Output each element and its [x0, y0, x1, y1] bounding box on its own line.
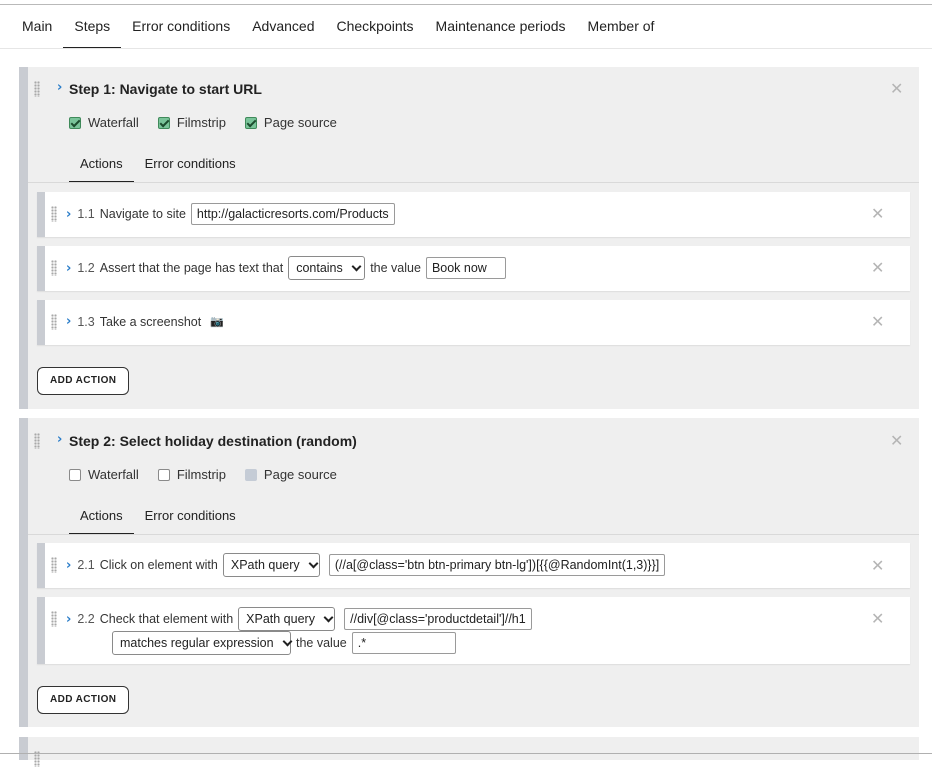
step-subtabs: Actions Error conditions	[69, 153, 247, 183]
bottom-border	[0, 753, 932, 754]
action-text: Take a screenshot	[99, 314, 202, 329]
subtab-actions[interactable]: Actions	[69, 153, 134, 183]
action-row: › 2.2 Check that element with XPath quer…	[37, 597, 910, 664]
tab-member-of[interactable]: Member of	[577, 5, 666, 49]
close-icon[interactable]: ✕	[871, 206, 884, 222]
checkbox-page-source[interactable]	[244, 116, 257, 129]
drag-handle-icon[interactable]	[34, 81, 40, 97]
camera-icon: 📷	[210, 315, 224, 328]
step-card-1: › Step 1: Navigate to start URL ✕ Waterf…	[19, 67, 919, 409]
action-number: 2.1	[77, 558, 95, 572]
checkbox-waterfall[interactable]	[69, 116, 81, 129]
option-waterfall[interactable]: Waterfall	[69, 115, 139, 130]
chevron-right-icon[interactable]: ›	[57, 432, 62, 447]
action-number: 1.3	[77, 314, 95, 329]
checkbox-filmstrip[interactable]	[157, 116, 170, 129]
selector-input[interactable]: (//a[@class='btn btn-primary btn-lg'])[{…	[328, 554, 666, 576]
tab-error-conditions[interactable]: Error conditions	[121, 5, 241, 49]
close-icon[interactable]: ✕	[890, 433, 903, 449]
action-text: Navigate to site	[99, 207, 186, 221]
step-card-2: › Step 2: Select holiday destination (ra…	[19, 418, 919, 727]
drag-handle-icon[interactable]	[51, 611, 57, 627]
selector-type-select[interactable]: XPath query	[222, 553, 320, 577]
drag-handle-icon[interactable]	[51, 557, 57, 573]
chevron-down-icon	[282, 638, 286, 648]
step-subtabs: Actions Error conditions	[69, 505, 247, 535]
subtabs-divider	[28, 534, 919, 535]
option-waterfall[interactable]: Waterfall	[69, 467, 139, 482]
value-input[interactable]: .*	[351, 632, 456, 654]
option-filmstrip[interactable]: Filmstrip	[157, 115, 226, 130]
chevron-down-icon	[323, 614, 330, 624]
close-icon[interactable]: ✕	[871, 558, 884, 574]
subtabs-divider	[28, 182, 919, 183]
tab-maintenance-periods[interactable]: Maintenance periods	[425, 5, 577, 49]
chevron-right-icon[interactable]: ›	[66, 612, 71, 627]
chevron-right-icon[interactable]: ›	[66, 314, 71, 329]
chevron-right-icon[interactable]: ›	[57, 80, 62, 95]
selector-type-select[interactable]: XPath query	[238, 607, 336, 631]
chevron-right-icon[interactable]: ›	[66, 261, 71, 276]
action-text: the value	[296, 636, 347, 650]
value-input[interactable]: Book now	[425, 257, 506, 279]
action-row: › 2.1 Click on element with XPath query …	[37, 543, 910, 588]
action-number: 1.1	[77, 207, 95, 221]
chevron-right-icon[interactable]: ›	[66, 558, 71, 573]
tabs-divider	[0, 48, 932, 49]
add-action-button[interactable]: ADD ACTION	[37, 367, 130, 395]
main-tabs: Main Steps Error conditions Advanced Che…	[11, 5, 665, 49]
operator-select[interactable]: contains	[288, 256, 366, 280]
action-number: 2.2	[77, 612, 95, 626]
close-icon[interactable]: ✕	[871, 260, 884, 276]
step-card-3	[19, 737, 919, 767]
selector-input[interactable]: //div[@class='productdetail']//h1	[344, 608, 532, 630]
option-page-source[interactable]: Page source	[244, 115, 337, 130]
chevron-down-icon	[351, 263, 360, 273]
step-title[interactable]: Step 2: Select holiday destination (rand…	[69, 433, 357, 449]
action-row: › 1.2 Assert that the page has text that…	[37, 246, 910, 291]
drag-handle-icon[interactable]	[51, 314, 57, 330]
action-row: › 1.3 Take a screenshot 📷 ✕	[37, 300, 910, 345]
action-text: the value	[370, 261, 421, 275]
action-text: Assert that the page has text that	[99, 261, 284, 275]
chevron-right-icon[interactable]: ›	[66, 207, 71, 222]
close-icon[interactable]: ✕	[890, 81, 903, 97]
action-number: 1.2	[77, 261, 95, 275]
subtab-error-conditions[interactable]: Error conditions	[134, 505, 247, 535]
option-filmstrip[interactable]: Filmstrip	[157, 467, 226, 482]
tab-main[interactable]: Main	[11, 5, 63, 49]
checkbox-page-source	[244, 468, 257, 481]
drag-handle-icon[interactable]	[34, 433, 40, 449]
subtab-actions[interactable]: Actions	[69, 505, 134, 535]
drag-handle-icon[interactable]	[51, 260, 57, 276]
action-text: Click on element with	[99, 558, 218, 572]
chevron-down-icon	[308, 560, 315, 570]
step-options: Waterfall Filmstrip Page source	[69, 115, 356, 130]
tab-checkpoints[interactable]: Checkpoints	[326, 5, 425, 49]
close-icon[interactable]: ✕	[871, 314, 884, 330]
close-icon[interactable]: ✕	[871, 611, 884, 627]
operator-select[interactable]: matches regular expression	[112, 631, 291, 655]
step-title[interactable]: Step 1: Navigate to start URL	[69, 81, 262, 97]
subtab-error-conditions[interactable]: Error conditions	[134, 153, 247, 183]
drag-handle-icon[interactable]	[51, 206, 57, 222]
url-input[interactable]: http://galacticresorts.com/Products	[190, 203, 395, 225]
tab-steps[interactable]: Steps	[63, 5, 122, 49]
add-action-button[interactable]: ADD ACTION	[37, 686, 130, 714]
tab-advanced[interactable]: Advanced	[241, 5, 325, 49]
action-text: Check that element with	[99, 612, 234, 626]
checkbox-filmstrip[interactable]	[157, 468, 170, 481]
step-options: Waterfall Filmstrip Page source	[69, 467, 356, 482]
option-page-source: Page source	[244, 467, 337, 482]
action-row: › 1.1 Navigate to site http://galacticre…	[37, 192, 910, 237]
checkbox-waterfall[interactable]	[69, 468, 81, 481]
